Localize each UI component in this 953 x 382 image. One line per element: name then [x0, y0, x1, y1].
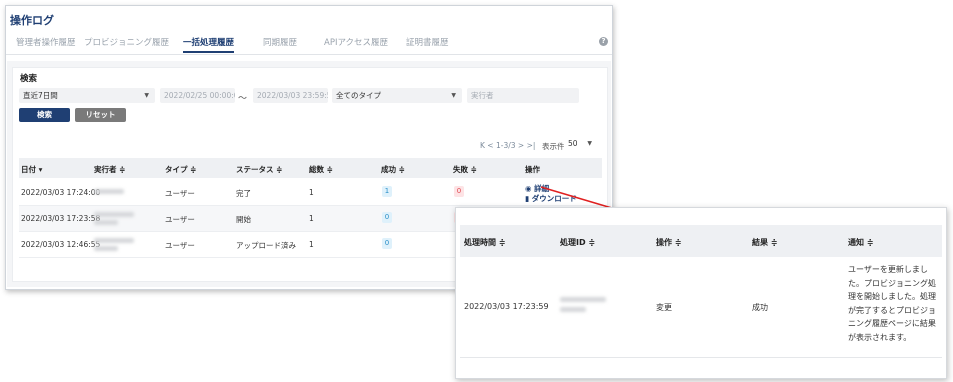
detail-table-header: 処理時間 ≑ 処理ID ≑ 操作 ≑ 結果 ≑ 通知 ≑ — [460, 225, 942, 257]
column-processing-time[interactable]: 処理時間 ≑ — [464, 237, 506, 248]
redacted-processing-id — [560, 297, 606, 302]
column-notice[interactable]: 通知 ≑ — [848, 237, 874, 248]
detail-operation: 変更 — [656, 303, 672, 312]
redacted-processing-id — [560, 307, 586, 312]
detail-time: 2022/03/03 17:23:59 — [464, 302, 549, 311]
detail-result: 成功 — [752, 303, 768, 312]
column-result[interactable]: 結果 ≑ — [752, 237, 778, 248]
detail-notice: ユーザーを更新しました。プロビジョニング処理を開始しました。処理が完了するとプロ… — [848, 265, 936, 342]
column-operation[interactable]: 操作 ≑ — [656, 237, 682, 248]
divider — [460, 357, 942, 358]
column-processing-id[interactable]: 処理ID ≑ — [560, 237, 595, 248]
detail-popup: 処理時間 ≑ 処理ID ≑ 操作 ≑ 結果 ≑ 通知 ≑ 2022/03/03 … — [455, 207, 947, 379]
